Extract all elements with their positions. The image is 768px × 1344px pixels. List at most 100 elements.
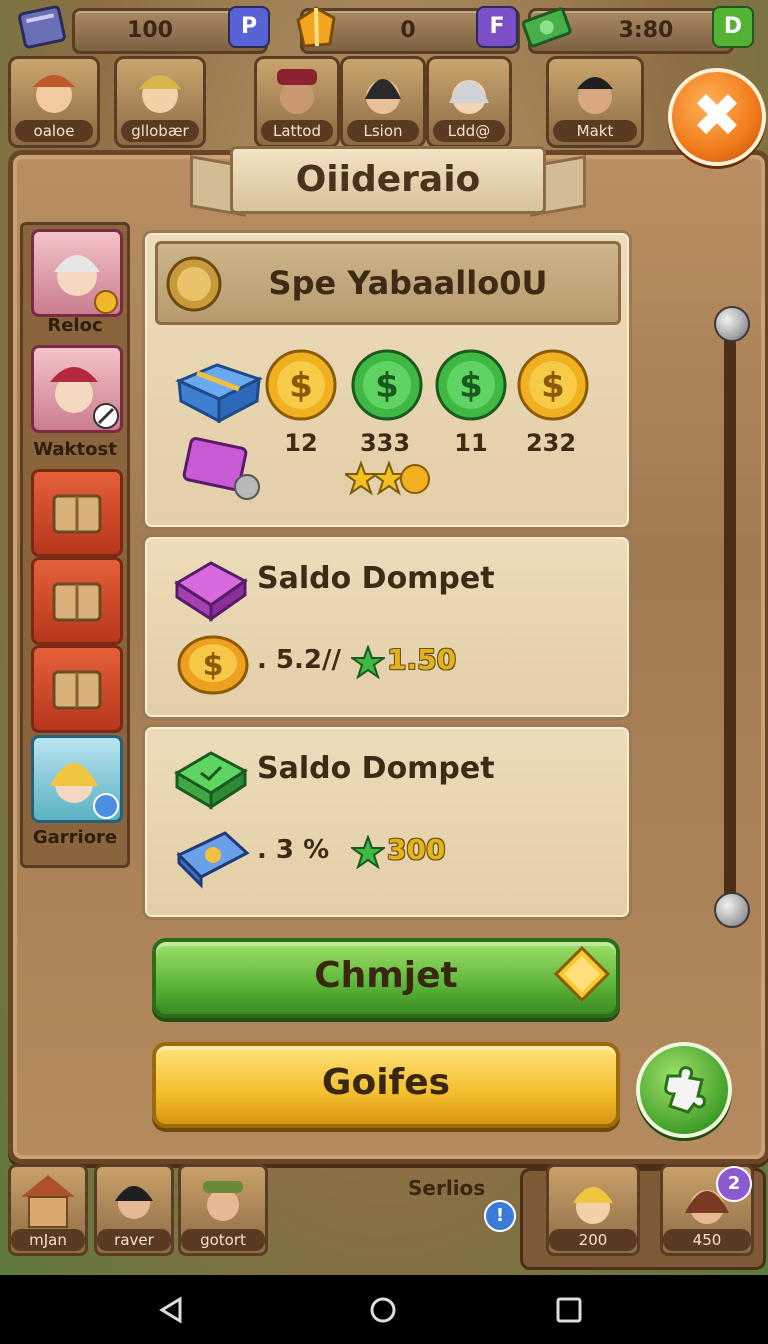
ticket-icon: [182, 437, 260, 500]
cash-icon: [520, 4, 576, 52]
back-icon[interactable]: [156, 1295, 186, 1325]
bottom-item-label: raver: [97, 1229, 171, 1251]
side-label-reloc: Reloc: [47, 315, 103, 336]
character-portrait-icon: [139, 75, 181, 113]
puzzle-button[interactable]: [636, 1042, 732, 1138]
portrait-icon: [54, 255, 118, 314]
rewards-header: Spe Yabaallo0U: [155, 241, 621, 325]
close-icon: ✖: [691, 81, 743, 151]
character-label: Lsion: [347, 120, 419, 142]
hero-value: 200: [549, 1229, 637, 1251]
close-button[interactable]: ✖: [668, 68, 766, 166]
scrollbar-knob-top[interactable]: [714, 306, 750, 342]
system-nav-bar: [0, 1275, 768, 1344]
bottom-item-label: mJan: [11, 1229, 85, 1251]
wallet-card[interactable]: Saldo Dompet . 3 % 300: [142, 724, 632, 920]
star-icon: [351, 645, 385, 679]
character-portrait-icon: [33, 75, 75, 113]
bottom-item-house[interactable]: mJan: [8, 1164, 88, 1256]
home-icon[interactable]: [368, 1295, 398, 1325]
bottom-center-label: Serlios: [408, 1176, 486, 1200]
character-card[interactable]: Lattod: [254, 56, 340, 148]
wallet-amount: . 5.2∕∕: [257, 645, 341, 675]
ticket-icon: [176, 831, 250, 889]
scrollbar-knob-bottom[interactable]: [714, 892, 750, 928]
wallet-title: Saldo Dompet: [257, 751, 495, 786]
character-card[interactable]: gllobær: [114, 56, 206, 148]
svg-text:$: $: [375, 366, 399, 406]
side-label-garriore: Garriore: [32, 827, 118, 848]
character-portrait-icon: [365, 79, 401, 114]
badge-p[interactable]: P: [228, 6, 270, 48]
diamond-icon: [554, 946, 610, 1002]
bottom-item-raver[interactable]: raver: [94, 1164, 174, 1256]
coin-value: 232: [525, 429, 577, 457]
character-card[interactable]: Ldd@: [426, 56, 512, 148]
side-item-reloc[interactable]: [31, 229, 123, 317]
bottom-bar: mJan raver gotort Serlios ! 200 450 2: [0, 1156, 768, 1274]
badge-d[interactable]: D: [712, 6, 754, 48]
scrollbar-track[interactable]: [724, 330, 736, 910]
coin-icon: $: [435, 349, 507, 421]
character-portrait-icon: [449, 80, 489, 114]
coin-value: 333: [359, 429, 411, 457]
portrait-icon: [573, 1187, 613, 1224]
resource-bar: 100 P 0 F 3:80 D: [0, 0, 768, 56]
side-list: Reloc Waktost Garriore: [20, 222, 130, 868]
recents-icon[interactable]: [554, 1295, 584, 1325]
side-item-garriore[interactable]: [31, 735, 123, 823]
gift-box-icon: [175, 363, 263, 423]
gift-icon: [290, 2, 340, 52]
resource-d-value: 3:80: [618, 18, 674, 43]
chest-icon: [52, 670, 102, 710]
coin-value: 12: [284, 429, 318, 457]
chest-icon: [52, 582, 102, 622]
character-card[interactable]: Makt: [546, 56, 644, 148]
side-item-chest[interactable]: [31, 645, 123, 733]
svg-text:$: $: [203, 648, 224, 683]
green-button-label: Chmjet: [314, 955, 458, 996]
gem-icon: [174, 561, 248, 622]
bottom-item-label: gotort: [181, 1229, 265, 1251]
character-label: gllobær: [121, 120, 199, 142]
wallet-card[interactable]: Saldo Dompet $ . 5.2∕∕ 1.50: [142, 534, 632, 720]
resource-f-value: 0: [400, 18, 416, 43]
panel-title: Oiideraio: [230, 146, 546, 214]
bottom-hero-card[interactable]: 200: [546, 1164, 640, 1256]
svg-text:$: $: [541, 366, 565, 406]
portrait-icon: [115, 1186, 153, 1219]
info-icon[interactable]: !: [484, 1200, 516, 1232]
house-icon: [21, 1175, 75, 1228]
resource-p-value: 100: [127, 18, 173, 43]
coin-value: 11: [454, 429, 488, 457]
side-label-waktost: Waktost: [33, 439, 117, 460]
character-card[interactable]: Lsion: [340, 56, 426, 148]
coin-icon: $: [177, 635, 249, 695]
coin-icon: $: [265, 349, 337, 421]
hero-value: 450: [663, 1229, 751, 1251]
side-item-chest[interactable]: [31, 469, 123, 557]
rewards-card: Spe Yabaallo0U $ $ $ $ 12 333 11 232: [142, 230, 632, 530]
portrait-icon: [50, 367, 119, 429]
character-card[interactable]: oaloe: [8, 56, 100, 148]
bottom-item-gotort[interactable]: gotort: [178, 1164, 268, 1256]
puzzle-icon: [664, 1066, 706, 1114]
coin-icon: $: [517, 349, 589, 421]
green-action-button[interactable]: Chmjet: [152, 938, 620, 1018]
notification-badge: 2: [716, 1166, 752, 1202]
game-scene: 100 P 0 F 3:80 D oaloe gllobær Lattod Ls…: [0, 0, 768, 1275]
side-item-waktost[interactable]: [31, 345, 123, 433]
side-item-chest[interactable]: [31, 557, 123, 645]
cash-icon: [174, 751, 248, 810]
character-label: Ldd@: [433, 120, 505, 142]
chest-icon: [52, 494, 102, 534]
badge-f[interactable]: F: [476, 6, 518, 48]
character-label: Makt: [553, 120, 637, 142]
character-row: oaloe gllobær Lattod Lsion Ldd@ Makt: [0, 54, 768, 148]
character-label: Lattod: [261, 120, 333, 142]
wallet-stars: 300: [387, 833, 446, 866]
wallet-stars: 1.50: [387, 643, 457, 676]
book-icon[interactable]: [14, 4, 74, 52]
svg-text:$: $: [459, 366, 483, 406]
yellow-action-button[interactable]: Goifes: [152, 1042, 620, 1128]
